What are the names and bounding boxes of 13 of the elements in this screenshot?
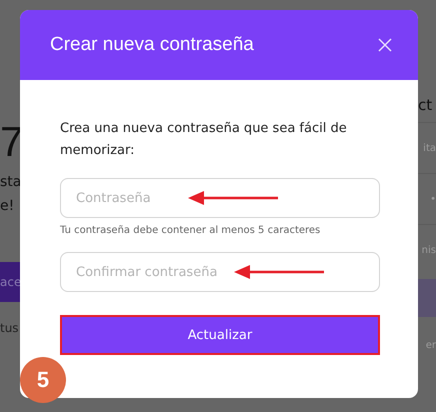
background-heading: sta <box>0 174 22 190</box>
password-field[interactable]: Contraseña <box>60 178 380 218</box>
background-number: 7 <box>0 118 22 166</box>
close-icon[interactable] <box>378 38 392 52</box>
background-heading: e! <box>0 198 14 214</box>
background-text: tus <box>0 321 19 335</box>
instruction-text: Crea una nueva contraseña que sea fácil de memorizar: <box>60 120 348 160</box>
hint-text: Tu contraseña debe contener al menos 5 caracteres <box>60 225 322 236</box>
dialog-title: Crear nueva contraseña <box>50 34 254 56</box>
password-field[interactable]: Confirmar contraseña <box>60 252 380 292</box>
update-button[interactable]: Actualizar <box>62 317 378 353</box>
background-text: • <box>430 194 436 204</box>
background-heading: ct <box>418 96 432 114</box>
